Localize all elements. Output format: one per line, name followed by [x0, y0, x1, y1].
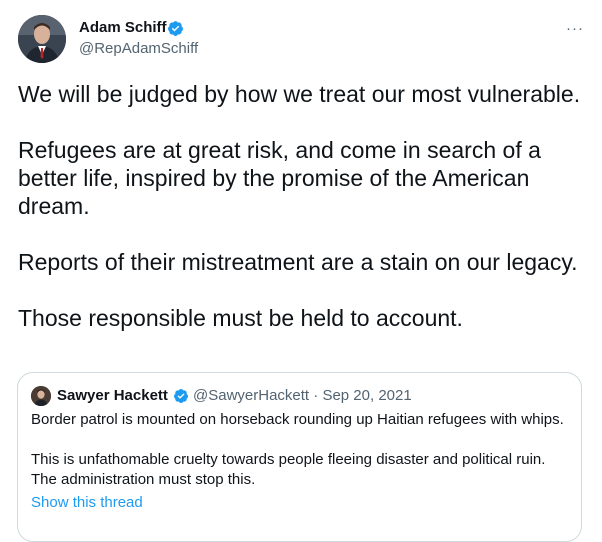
avatar-photo-icon — [18, 15, 66, 63]
quoted-date[interactable]: Sep 20, 2021 — [322, 387, 411, 404]
tweet-paragraph: We will be judged by how we treat our mo… — [18, 81, 581, 107]
avatar-photo-icon — [31, 386, 51, 406]
author-handle[interactable]: @RepAdamSchiff — [79, 40, 198, 58]
quoted-author-avatar[interactable] — [31, 386, 51, 406]
author-name[interactable]: Adam Schiff — [79, 19, 167, 37]
verified-badge-icon — [173, 389, 188, 403]
quoted-tweet-text: Border patrol is mounted on horseback ro… — [31, 410, 571, 490]
quoted-tweet[interactable]: Sawyer Hackett @SawyerHackett · Sep 20, … — [17, 372, 582, 542]
verified-badge-icon — [168, 21, 183, 36]
quoted-paragraph: This is unfathomable cruelty towards peo… — [31, 451, 546, 488]
more-options-icon[interactable]: ··· — [563, 16, 587, 40]
tweet-text: We will be judged by how we treat our mo… — [18, 80, 588, 332]
meta-separator: · — [313, 387, 319, 404]
quoted-author-name[interactable]: Sawyer Hackett — [57, 387, 168, 405]
tweet: Adam Schiff @RepAdamSchiff ··· We will b… — [0, 0, 602, 542]
quoted-author-handle[interactable]: @SawyerHackett — [193, 387, 309, 404]
tweet-paragraph: Reports of their mistreatment are a stai… — [18, 249, 578, 275]
quoted-meta: @SawyerHackett · Sep 20, 2021 — [193, 387, 412, 405]
tweet-paragraph: Those responsible must be held to accoun… — [18, 305, 463, 331]
author-avatar[interactable] — [18, 15, 66, 63]
show-thread-link[interactable]: Show this thread — [31, 493, 143, 513]
tweet-paragraph: Refugees are at great risk, and come in … — [18, 137, 541, 219]
quoted-paragraph: Border patrol is mounted on horseback ro… — [31, 411, 564, 428]
